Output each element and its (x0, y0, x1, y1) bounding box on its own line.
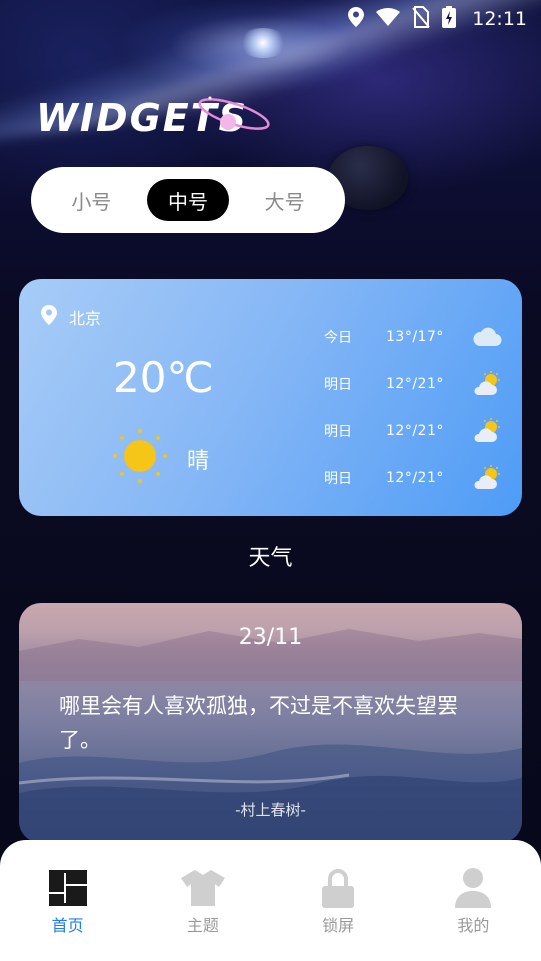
forecast-range: 12°/21° (386, 469, 444, 486)
tab-small[interactable]: 小号 (50, 179, 132, 221)
weather-widget-card[interactable]: 北京 20℃ 晴 今日 13°/17° 明日 12°/21° 明日 12°/21… (19, 279, 522, 516)
user-icon (451, 868, 495, 908)
nav-label-home: 首页 (51, 916, 84, 935)
nav-item-home[interactable]: 首页 (18, 868, 118, 936)
status-time: 12:11 (472, 8, 527, 30)
forecast-row: 明日 12°/21° (324, 407, 514, 454)
partly-sunny-icon (472, 417, 504, 444)
star-glow (238, 28, 288, 58)
home-grid-icon (46, 868, 90, 908)
nav-item-mine[interactable]: 我的 (423, 868, 523, 936)
partly-sunny-icon (472, 464, 504, 491)
forecast-day: 明日 (324, 376, 352, 393)
location-row: 北京 (41, 305, 101, 329)
tab-large[interactable]: 大号 (244, 179, 326, 221)
no-sim-icon (412, 6, 430, 32)
forecast-day: 明日 (324, 470, 352, 487)
location-pin-icon (41, 305, 57, 329)
tab-medium[interactable]: 中号 (146, 179, 229, 221)
lock-icon (316, 868, 360, 908)
forecast-day: 今日 (324, 329, 352, 346)
nav-item-theme[interactable]: 主题 (153, 868, 253, 936)
sun-icon (111, 427, 169, 491)
forecast-row: 明日 12°/21° (324, 360, 514, 407)
partly-sunny-icon (472, 370, 504, 397)
forecast-list: 今日 13°/17° 明日 12°/21° 明日 12°/21° 明日 12°/… (324, 313, 514, 501)
orbit-ring-icon (198, 96, 270, 130)
nav-label-theme: 主题 (186, 916, 219, 935)
nav-label-mine: 我的 (457, 916, 490, 935)
cloud-icon (472, 324, 504, 350)
tshirt-icon (180, 868, 225, 908)
status-bar: 12:11 (348, 6, 527, 32)
weather-section-label: 天气 (248, 546, 293, 571)
nav-label-lockscreen: 锁屏 (322, 916, 355, 935)
forecast-row: 今日 13°/17° (324, 313, 514, 360)
quote-author: -村上春树- (235, 801, 306, 819)
battery-charging-icon (442, 6, 457, 32)
quote-date: 23/11 (238, 625, 303, 650)
quote-widget-card[interactable]: 23/11 哪里会有人喜欢孤独，不过是不喜欢失望罢了。 -村上春树- (19, 603, 522, 843)
wifi-icon (376, 8, 401, 30)
nav-item-lockscreen[interactable]: 锁屏 (288, 868, 388, 936)
widget-size-tabs: 小号 中号 大号 (31, 167, 345, 233)
forecast-range: 12°/21° (386, 422, 444, 439)
forecast-row: 明日 12°/21° (324, 454, 514, 501)
forecast-day: 明日 (324, 423, 352, 440)
bottom-navigation: 首页 主题 锁屏 我的 (0, 840, 541, 961)
current-temperature: 20℃ (113, 353, 214, 402)
forecast-range: 12°/21° (386, 375, 444, 392)
forecast-range: 13°/17° (386, 328, 444, 345)
condition-row: 晴 (111, 427, 209, 491)
condition-text: 晴 (187, 449, 210, 474)
location-name: 北京 (69, 309, 102, 328)
quote-text: 哪里会有人喜欢孤独，不过是不喜欢失望罢了。 (59, 694, 458, 752)
location-icon (348, 7, 365, 31)
